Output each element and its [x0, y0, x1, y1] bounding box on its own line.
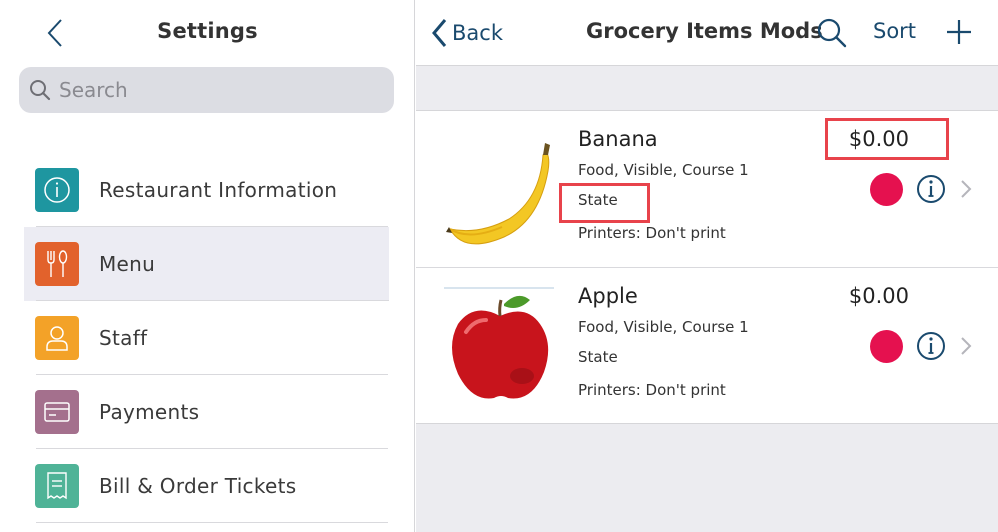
- info-icon[interactable]: [916, 174, 946, 204]
- chevron-left-icon: [432, 19, 447, 47]
- sidebar-item-bill-order-tickets[interactable]: Bill & Order Tickets: [0, 449, 415, 523]
- sidebar-item-label: Staff: [99, 326, 148, 350]
- sort-button[interactable]: Sort: [873, 19, 916, 43]
- search-icon: [30, 80, 51, 101]
- sidebar-item-label: Restaurant Information: [99, 178, 338, 202]
- list-item-apple[interactable]: Apple Food, Visible, Course 1 State Prin…: [416, 267, 998, 423]
- back-label: Back: [452, 21, 503, 45]
- settings-menu-list: Restaurant Information Menu Staff Paymen…: [0, 153, 415, 523]
- info-icon[interactable]: [916, 331, 946, 361]
- settings-title: Settings: [157, 19, 258, 43]
- item-details: Food, Visible, Course 1: [578, 318, 749, 336]
- item-name: Banana: [578, 127, 658, 151]
- item-state: State: [578, 191, 618, 209]
- sidebar-item-menu[interactable]: Menu: [24, 227, 389, 301]
- info-icon: [35, 168, 79, 212]
- mod-items-list: Banana Food, Visible, Course 1 State Pri…: [416, 110, 998, 424]
- card-icon: [35, 390, 79, 434]
- sidebar-item-staff[interactable]: Staff: [0, 301, 415, 375]
- search-icon: [817, 18, 847, 48]
- banana-image: [446, 143, 550, 245]
- back-button[interactable]: Back: [430, 16, 503, 50]
- item-details: Food, Visible, Course 1: [578, 161, 749, 179]
- fork-knife-icon: [35, 242, 79, 286]
- color-indicator: [870, 330, 903, 363]
- sidebar-item-label: Menu: [99, 252, 156, 276]
- divider: [36, 522, 388, 523]
- settings-search-input[interactable]: [59, 78, 379, 102]
- item-price: $0.00: [848, 127, 909, 151]
- page-title: Grocery Items Mods: [586, 19, 823, 43]
- chevron-right-icon: [961, 180, 972, 198]
- sidebar-item-label: Payments: [99, 400, 200, 424]
- detail-header: Back Grocery Items Mods Sort: [416, 0, 998, 66]
- list-item-banana[interactable]: Banana Food, Visible, Course 1 State Pri…: [416, 111, 998, 267]
- settings-header: Settings: [0, 0, 415, 66]
- search-button[interactable]: [816, 17, 848, 49]
- sidebar-item-restaurant-information[interactable]: Restaurant Information: [0, 153, 415, 227]
- settings-pane: Settings Restaurant Information: [0, 0, 415, 532]
- sidebar-item-label: Bill & Order Tickets: [99, 474, 297, 498]
- settings-search-bar[interactable]: [19, 67, 394, 113]
- sidebar-item-payments[interactable]: Payments: [0, 375, 415, 449]
- item-price: $0.00: [848, 284, 909, 308]
- item-printers: Printers: Don't print: [578, 224, 726, 242]
- color-indicator: [870, 173, 903, 206]
- add-button[interactable]: [944, 17, 974, 47]
- item-printers: Printers: Don't print: [578, 381, 726, 399]
- apple-image: [444, 287, 554, 399]
- plus-icon: [947, 20, 971, 44]
- chevron-right-icon: [961, 337, 972, 355]
- item-state: State: [578, 348, 618, 366]
- item-name: Apple: [578, 284, 638, 308]
- detail-pane: Back Grocery Items Mods Sort Banana Food…: [416, 0, 998, 532]
- person-icon: [35, 316, 79, 360]
- receipt-icon: [35, 464, 79, 508]
